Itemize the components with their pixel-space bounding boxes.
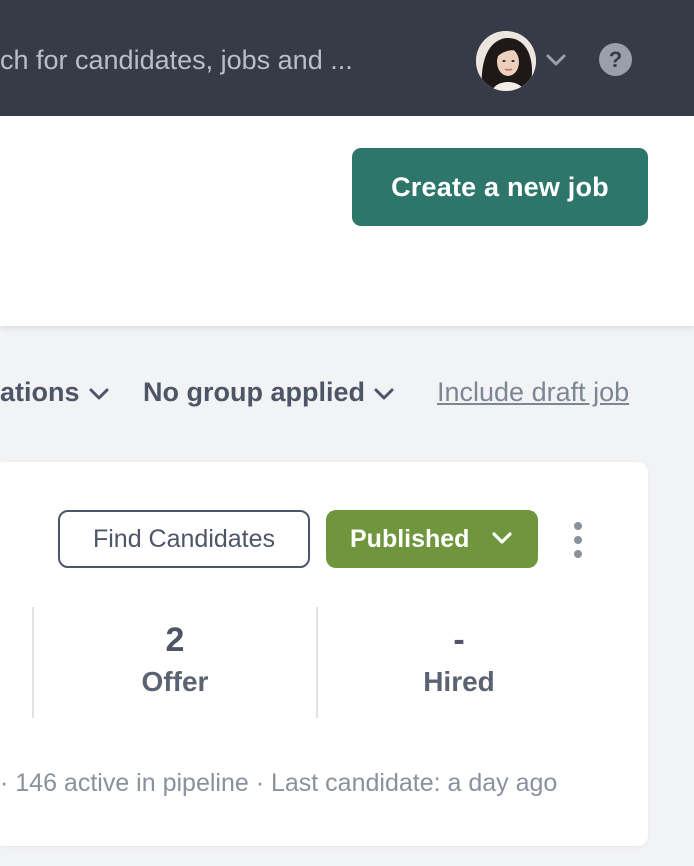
global-search-input[interactable]: ch for candidates, jobs and ...: [0, 40, 353, 80]
user-avatar[interactable]: [476, 31, 536, 91]
avatar-photo: [476, 31, 536, 91]
job-status-label: Published: [350, 524, 470, 553]
group-filter-dropdown[interactable]: No group applied: [143, 372, 395, 412]
offer-count: 2: [165, 621, 185, 659]
locations-filter-dropdown[interactable]: ations: [0, 372, 110, 412]
job-status-dropdown[interactable]: Published: [326, 510, 538, 568]
create-new-job-button[interactable]: Create a new job: [352, 148, 648, 226]
include-draft-jobs-link[interactable]: Include draft job: [437, 372, 629, 412]
offer-label: Offer: [141, 666, 209, 697]
help-icon[interactable]: ?: [599, 43, 632, 76]
group-filter-label: No group applied: [143, 377, 365, 407]
stat-divider: [316, 607, 318, 718]
chevron-down-icon: [374, 388, 394, 400]
hired-label: Hired: [423, 666, 495, 697]
top-navigation-bar: ch for candidates, jobs and ... ?: [0, 0, 694, 116]
pipeline-summary: · 146 active in pipeline · Last candidat…: [0, 769, 558, 797]
hired-count: -: [453, 621, 465, 659]
chevron-down-icon: [492, 532, 512, 544]
offer-stage-stat[interactable]: 2 Offer: [45, 618, 305, 702]
stat-divider: [32, 607, 34, 718]
chevron-down-icon[interactable]: [545, 50, 567, 70]
hired-stage-stat[interactable]: - Hired: [329, 618, 589, 702]
chevron-down-icon: [89, 388, 109, 400]
find-candidates-button[interactable]: Find Candidates: [58, 510, 310, 568]
more-options-icon[interactable]: [566, 520, 590, 560]
locations-filter-label: ations: [0, 377, 80, 407]
